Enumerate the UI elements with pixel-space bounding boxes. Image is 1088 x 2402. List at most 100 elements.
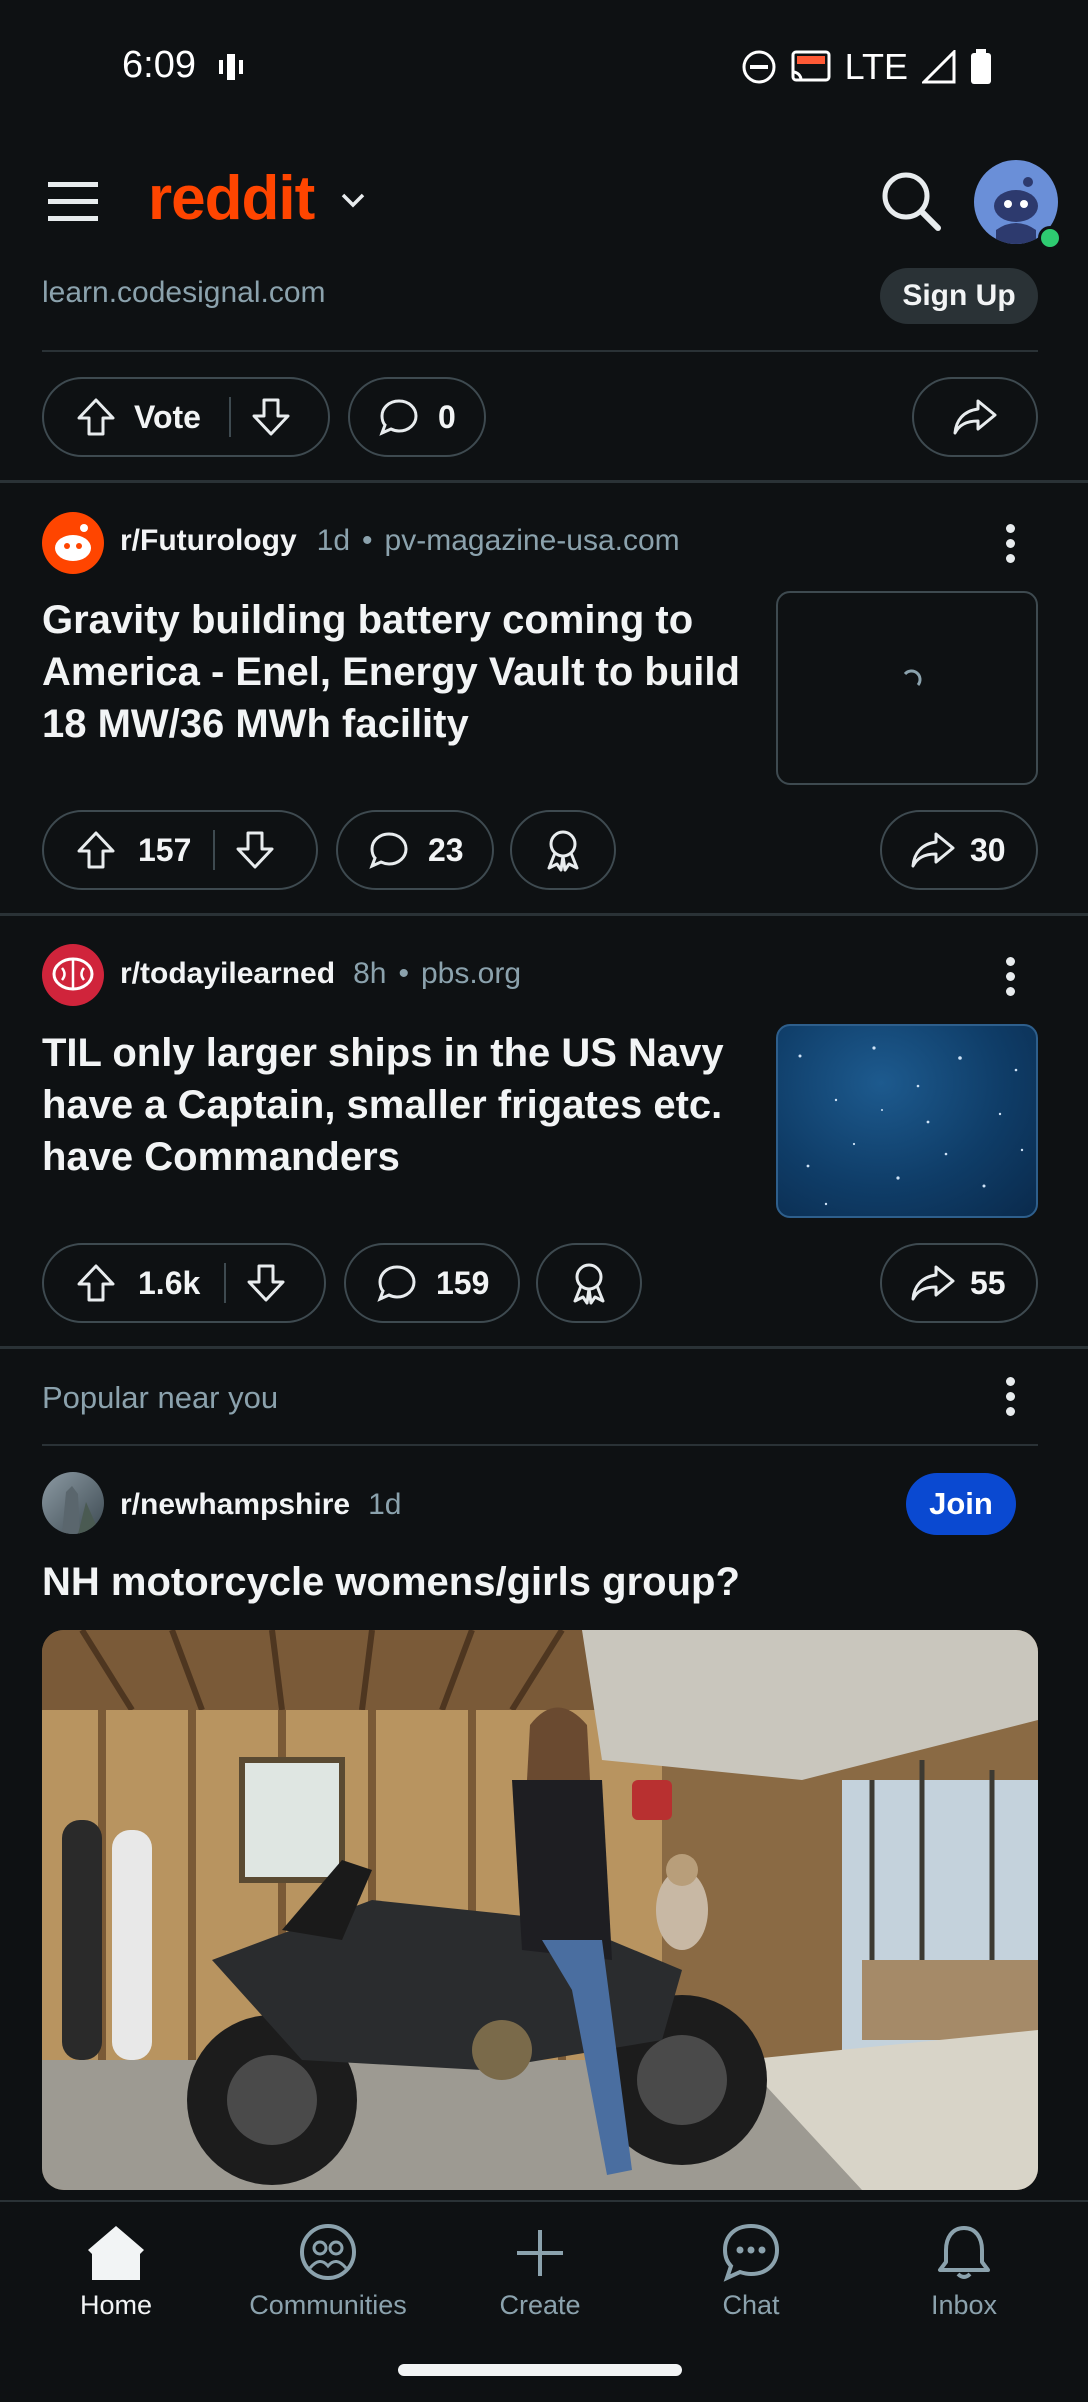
post-age: 1d	[368, 1488, 402, 1521]
downvote-icon[interactable]	[251, 397, 291, 437]
divider	[42, 1444, 1038, 1446]
share-count: 55	[970, 1264, 1006, 1301]
chat-icon	[722, 2223, 780, 2282]
dnd-icon	[742, 50, 776, 84]
snoo-icon	[55, 524, 91, 561]
vote-label: Vote	[134, 398, 201, 435]
post-meta: r/newhampshire 1d	[120, 1488, 401, 1522]
garage-photo	[42, 1630, 1038, 2190]
chevron-down-icon[interactable]	[340, 192, 366, 210]
menu-icon[interactable]	[48, 180, 98, 224]
comments-button[interactable]: 23	[336, 810, 494, 890]
downvote-icon[interactable]	[235, 830, 275, 870]
nav-chat-label: Chat	[722, 2290, 780, 2320]
status-time: 6:09	[122, 44, 196, 86]
nav-create-label: Create	[499, 2290, 581, 2320]
downvote-icon[interactable]	[246, 1263, 286, 1303]
nav-home-label: Home	[79, 2290, 153, 2320]
mountain-icon	[62, 1486, 100, 1534]
status-icons: LTE	[741, 46, 992, 88]
loading-spinner-icon	[903, 669, 922, 686]
vote-count: 1.6k	[138, 1264, 201, 1301]
award-button[interactable]	[510, 810, 616, 890]
upvote-icon[interactable]	[76, 1263, 116, 1303]
battery-icon	[971, 49, 991, 84]
post-image[interactable]	[42, 1630, 1038, 2190]
comment-count: 159	[436, 1264, 490, 1301]
comment-icon	[377, 1265, 416, 1302]
nav-create[interactable]: Create	[440, 2222, 640, 2321]
share-icon	[911, 1265, 955, 1301]
starfield-image	[798, 1046, 1024, 1206]
subreddit-name[interactable]: r/newhampshire	[120, 1488, 350, 1522]
post-age: 8h	[353, 957, 387, 990]
vote-separator	[228, 397, 231, 437]
post-thumbnail[interactable]	[776, 591, 1038, 785]
share-button[interactable]: 30	[880, 810, 1038, 890]
nav-communities[interactable]: Communities	[228, 2222, 428, 2321]
nav-home[interactable]: Home	[16, 2222, 216, 2321]
post-age: 1d	[316, 524, 351, 557]
cast-icon	[791, 50, 831, 82]
vote-separator	[224, 1263, 227, 1303]
sign-up-button[interactable]: Sign Up	[880, 268, 1038, 324]
post-domain: pbs.org	[420, 957, 522, 990]
post-meta: r/Futurology 1d • pv-magazine-usa.com	[120, 524, 680, 558]
vote-control: Vote	[42, 377, 330, 457]
vote-control: 157	[42, 810, 318, 890]
bell-icon	[938, 2226, 990, 2279]
comments-button[interactable]: 0	[348, 377, 486, 457]
meta-dot: •	[362, 524, 373, 557]
vote-separator	[213, 830, 216, 870]
comment-count: 23	[428, 831, 464, 868]
nav-inbox-label: Inbox	[930, 2290, 998, 2320]
join-button[interactable]: Join	[906, 1473, 1016, 1535]
comments-button[interactable]: 159	[344, 1243, 520, 1323]
home-indicator[interactable]	[398, 2364, 682, 2376]
subreddit-name[interactable]: r/Futurology	[120, 524, 297, 558]
meta-dot: •	[398, 957, 409, 990]
nav-inbox[interactable]: Inbox	[864, 2222, 1064, 2321]
more-options-icon[interactable]	[980, 1366, 1040, 1426]
post-title[interactable]: NH motorcycle womens/girls group?	[42, 1556, 1038, 1608]
signal-icon	[922, 50, 956, 84]
ad-domain[interactable]: learn.codesignal.com	[42, 276, 326, 310]
nav-communities-label: Communities	[249, 2290, 407, 2320]
share-button[interactable]: 55	[880, 1243, 1038, 1323]
vibrate-icon	[219, 54, 243, 80]
upvote-icon[interactable]	[76, 397, 116, 437]
divider	[0, 1346, 1088, 1349]
share-icon	[953, 399, 997, 435]
section-heading: Popular near you	[42, 1380, 279, 1415]
comment-icon	[379, 399, 418, 436]
post-thumbnail[interactable]	[776, 1024, 1038, 1218]
comment-count: 0	[438, 398, 456, 435]
search-icon[interactable]	[880, 170, 942, 232]
post-domain: pv-magazine-usa.com	[384, 524, 680, 557]
subreddit-avatar[interactable]	[42, 512, 104, 574]
share-count: 30	[970, 831, 1006, 868]
award-button[interactable]	[536, 1243, 642, 1323]
post-meta: r/todayilearned 8h • pbs.org	[120, 957, 521, 991]
divider	[42, 350, 1038, 352]
nav-chat[interactable]: Chat	[651, 2222, 851, 2321]
vote-count: 157	[138, 831, 192, 868]
more-options-icon[interactable]	[980, 946, 1040, 1006]
upvote-icon[interactable]	[76, 830, 116, 870]
post-title[interactable]: Gravity building battery coming to Ameri…	[42, 594, 752, 750]
plus-icon	[517, 2230, 563, 2276]
subreddit-avatar[interactable]	[42, 1472, 104, 1534]
post-title[interactable]: TIL only larger ships in the US Navy hav…	[42, 1027, 752, 1183]
vote-control: 1.6k	[42, 1243, 326, 1323]
subreddit-avatar[interactable]	[42, 944, 104, 1006]
more-options-icon[interactable]	[980, 513, 1040, 573]
reddit-logo[interactable]: reddit	[148, 163, 315, 234]
comment-icon	[369, 832, 408, 869]
award-icon	[573, 1263, 605, 1305]
brain-icon	[52, 957, 94, 991]
share-button[interactable]	[912, 377, 1038, 457]
communities-icon	[300, 2224, 356, 2280]
online-indicator	[1038, 226, 1062, 250]
subreddit-name[interactable]: r/todayilearned	[120, 957, 335, 991]
award-icon	[547, 830, 579, 872]
